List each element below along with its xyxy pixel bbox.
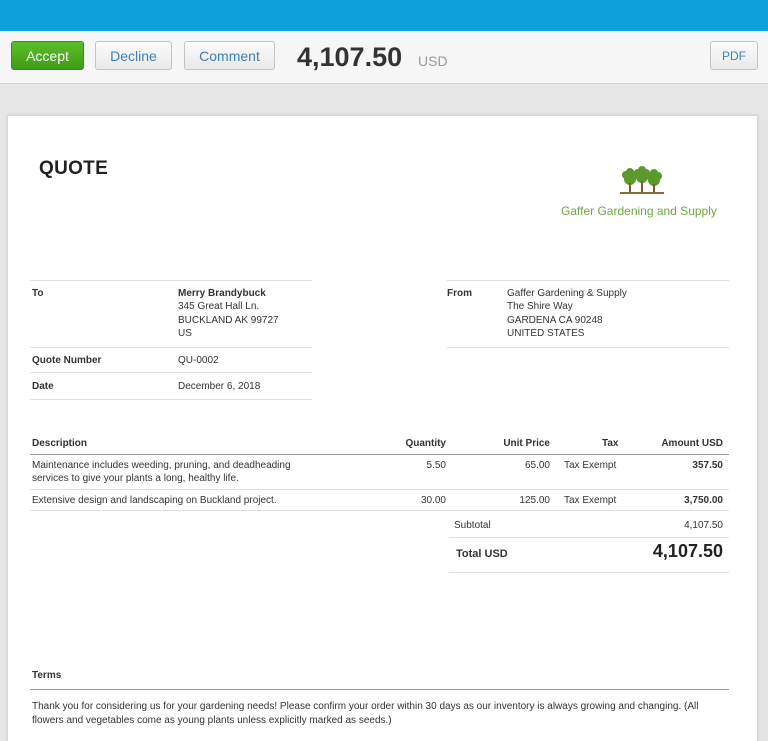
top-bar [0,0,768,31]
trees-icon [620,166,664,194]
item-description-line: services to give your plants a long, hea… [32,473,239,484]
terms-text-line: flowers and vegetables come as young pla… [32,715,392,726]
divider [447,347,729,348]
item-unit-price: 65.00 [524,460,550,471]
customer-address-line: 345 Great Hall Ln. [178,301,260,312]
divider [30,372,312,373]
terms-label: Terms [32,670,62,681]
from-label: From [447,288,472,299]
sender-address-line: The Shire Way [507,301,573,312]
decline-button[interactable]: Decline [95,41,172,70]
divider [30,510,729,511]
terms-text-line: Thank you for considering us for your ga… [32,701,699,712]
sender-address-line: GARDENA CA 90248 [507,315,603,326]
sender-address-line: Gaffer Gardening & Supply [507,288,627,299]
item-tax: Tax Exempt [564,495,617,506]
comment-button[interactable]: Comment [184,41,275,70]
accept-button[interactable]: Accept [11,41,84,70]
toolbar-currency: USD [418,53,448,69]
divider [30,489,729,490]
col-amount: Amount USD [661,438,723,449]
divider [30,347,312,348]
item-quantity: 5.50 [426,460,446,471]
divider [449,572,729,573]
action-toolbar: Accept Decline Comment 4,107.50 USD PDF [0,31,768,84]
item-description-line: Maintenance includes weeding, pruning, a… [32,460,291,471]
total-label: Total USD [456,548,508,560]
customer-address-line: US [178,328,192,339]
total-value: 4,107.50 [652,541,723,561]
sender-address-line: UNITED STATES [507,328,585,339]
divider [449,537,729,538]
item-description-line: Extensive design and landscaping on Buck… [32,495,277,506]
date-label: Date [32,381,54,392]
pdf-button[interactable]: PDF [710,41,758,70]
divider [447,280,729,281]
col-tax: Tax [602,438,619,449]
quote-document: QUOTE Gaffer Gardening and Supply To Mer… [7,115,758,741]
item-tax: Tax Exempt [564,460,617,471]
col-unit-price: Unit Price [503,438,550,449]
quote-date: December 6, 2018 [178,381,261,392]
toolbar-total-amount: 4,107.50 [297,42,403,72]
subtotal-label: Subtotal [454,520,491,531]
quote-number: QU-0002 [178,355,219,366]
item-quantity: 30.00 [420,495,446,506]
quote-number-label: Quote Number [32,355,102,366]
divider [30,399,312,400]
page-title: QUOTE [39,158,109,179]
customer-name: Merry Brandybuck [178,288,266,299]
subtotal-value: 4,107.50 [684,520,723,531]
col-quantity: Quantity [405,438,446,449]
customer-address-line: BUCKLAND AK 99727 [178,315,279,326]
divider [30,280,312,281]
item-amount: 357.50 [692,460,723,471]
col-description: Description [32,438,88,449]
terms-divider [30,689,729,690]
to-label: To [32,288,44,299]
item-amount: 3,750.00 [684,495,723,506]
item-unit-price: 125.00 [519,495,550,506]
company-logo-text: Gaffer Gardening and Supply [561,204,717,218]
table-header-divider [30,454,729,455]
